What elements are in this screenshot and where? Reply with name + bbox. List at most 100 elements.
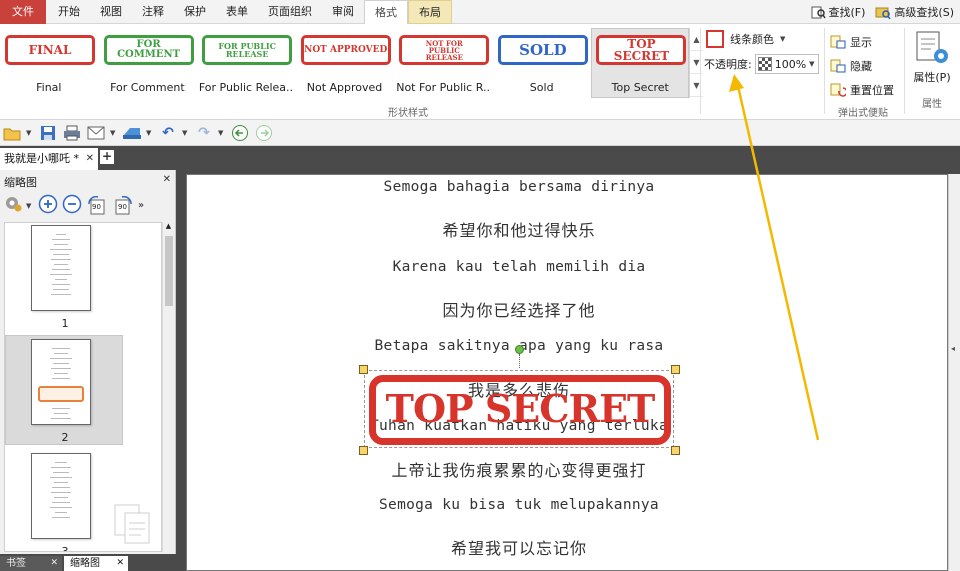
chevron-down-icon[interactable]: ▼: [146, 129, 154, 137]
tab-thumbnails[interactable]: 缩略图 ✕: [64, 556, 128, 571]
back-icon[interactable]: [230, 123, 250, 143]
find-button[interactable]: 查找(F): [810, 4, 866, 20]
zoom-in-icon[interactable]: [38, 194, 58, 217]
chevron-down-icon[interactable]: ▼: [218, 129, 226, 137]
tab-form[interactable]: 表单: [216, 0, 258, 24]
tab-layout[interactable]: 布局: [408, 0, 452, 24]
chevron-down-icon[interactable]: ▼: [26, 202, 34, 210]
ribbon-tabs: 开始 视图 注释 保护 表单 页面组织 审阅 格式 布局: [48, 0, 452, 24]
stamp-not-for-public-release[interactable]: NOT FOR PUBLIC RELEASE Not For Public R.…: [394, 28, 492, 98]
stamp-final[interactable]: FINAL Final: [0, 28, 98, 98]
advanced-find-button[interactable]: 高级查找(S): [875, 4, 954, 20]
chevron-down-icon[interactable]: ▼: [110, 129, 118, 137]
rotate-left-icon[interactable]: 90: [86, 195, 108, 216]
close-icon[interactable]: ✕: [163, 174, 171, 185]
gallery-up-icon[interactable]: ▲: [690, 28, 703, 51]
quick-access-toolbar: ▼ ▼ ▼ ↶ ▼ ↷ ▼: [0, 120, 960, 146]
search-group: 查找(F) 高级查找(S): [810, 0, 954, 24]
tab-home[interactable]: 开始: [48, 0, 90, 24]
line-color-swatch[interactable]: [706, 30, 724, 48]
redo-icon[interactable]: ↷: [194, 123, 214, 143]
rotate-right-icon[interactable]: 90: [112, 195, 134, 216]
top-secret-stamp-annotation[interactable]: TOP SECRET: [364, 370, 674, 448]
page-line: Semoga ku bisa tuk melupakannya: [379, 497, 659, 513]
tab-format[interactable]: 格式: [364, 0, 408, 24]
new-tab-icon[interactable]: +: [100, 150, 114, 164]
find-label: 查找(F): [828, 6, 866, 19]
close-icon[interactable]: ✕: [116, 556, 124, 571]
resize-handle-top-right[interactable]: [671, 365, 680, 374]
tab-protect[interactable]: 保护: [174, 0, 216, 24]
print-icon[interactable]: [62, 123, 82, 143]
line-color-control[interactable]: 线条颜色 ▼: [706, 30, 788, 48]
opacity-select[interactable]: 100% ▼: [754, 54, 819, 74]
gallery-expand-icon[interactable]: ▼: [690, 74, 703, 97]
save-icon[interactable]: [38, 123, 58, 143]
email-icon[interactable]: [86, 123, 106, 143]
scan-icon[interactable]: [122, 123, 142, 143]
thumbnail-panel: 缩略图 ✕ ▼ 90 90 » 1 2 3 ▲: [0, 170, 176, 554]
thumbnail-text-lines: [32, 234, 90, 295]
tab-thumbnails-label: 缩略图: [70, 558, 100, 569]
tab-organize[interactable]: 页面组织: [258, 0, 322, 24]
gallery-down-icon[interactable]: ▼: [690, 51, 703, 74]
tab-comment[interactable]: 注释: [132, 0, 174, 24]
close-icon[interactable]: ✕: [86, 148, 94, 170]
document-tab[interactable]: 我就是小哪吒 * ✕: [0, 148, 98, 170]
stamp-label: For Public Relea..: [198, 81, 294, 94]
stamp-preview: SOLD: [497, 35, 588, 65]
gear-icon[interactable]: [4, 195, 22, 216]
popup-show-button[interactable]: 显示: [830, 30, 894, 54]
line-color-label: 线条颜色: [730, 33, 774, 46]
tab-bookmarks[interactable]: 书签 ✕: [0, 556, 62, 571]
reset-position-icon: [830, 83, 846, 97]
scrollbar-thumb[interactable]: [165, 236, 173, 306]
menu-bar: 文件 开始 视图 注释 保护 表单 页面组织 审阅 格式 布局 查找(F) 高级…: [0, 0, 960, 24]
hide-icon: [830, 59, 846, 73]
rotate-handle[interactable]: [515, 345, 524, 354]
thumbnail-page-1[interactable]: [31, 225, 91, 311]
chevron-down-icon[interactable]: ▼: [182, 129, 190, 137]
resize-handle-top-left[interactable]: [359, 365, 368, 374]
page-copy-icon: [113, 503, 153, 548]
menu-file[interactable]: 文件: [0, 0, 46, 24]
thumbnail-text-lines: [32, 462, 90, 518]
tab-view[interactable]: 视图: [90, 0, 132, 24]
page-line: 上帝让我伤痕累累的心变得更强打: [391, 461, 647, 480]
stamp-not-approved[interactable]: NOT APPROVED Not Approved: [296, 28, 394, 98]
undo-icon[interactable]: ↶: [158, 123, 178, 143]
properties-button[interactable]: 属性(P) 属性: [908, 30, 956, 110]
find-icon: [810, 4, 826, 20]
chevron-down-icon[interactable]: ▼: [780, 35, 788, 43]
resize-handle-bottom-right[interactable]: [671, 446, 680, 455]
zoom-out-icon[interactable]: [62, 194, 82, 217]
stamp-for-public-release[interactable]: FOR PUBLIC RELEASE For Public Relea..: [197, 28, 295, 98]
stamp-preview: NOT FOR PUBLIC RELEASE: [399, 35, 490, 65]
stamp-top-secret[interactable]: TOP SECRET Top Secret: [591, 28, 690, 98]
stamp-text: TOP SECRET: [385, 386, 656, 431]
thumbnail-page-2[interactable]: [31, 339, 91, 425]
tab-review[interactable]: 审阅: [322, 0, 364, 24]
thumbnail-page-3[interactable]: [31, 453, 91, 539]
chevron-down-icon[interactable]: ▼: [809, 60, 817, 68]
resize-handle-bottom-left[interactable]: [359, 446, 368, 455]
popup-hide-button[interactable]: 隐藏: [830, 54, 894, 78]
stamp-sold[interactable]: SOLD Sold: [493, 28, 591, 98]
popup-reset-button[interactable]: 重置位置: [830, 78, 894, 102]
close-icon[interactable]: ✕: [50, 556, 58, 571]
thumbnail-scrollbar[interactable]: ▲: [162, 222, 174, 552]
stamp-preview: TOP SECRET: [596, 35, 687, 65]
thumbnail-text-lines: [32, 404, 90, 419]
tab-bookmarks-label: 书签: [6, 558, 26, 569]
stamp-for-comment[interactable]: FOR COMMENT For Comment: [99, 28, 197, 98]
ribbon: FINAL Final FOR COMMENT For Comment FOR …: [0, 24, 960, 120]
forward-icon[interactable]: [254, 123, 274, 143]
chevron-down-icon[interactable]: ▼: [26, 129, 34, 137]
scroll-up-icon[interactable]: ▲: [163, 222, 174, 230]
advanced-find-icon: [875, 4, 892, 20]
document-scrollbar[interactable]: ◂: [948, 174, 960, 571]
expand-more-icon[interactable]: »: [138, 200, 144, 211]
stamp-label: Top Secret: [611, 81, 669, 94]
open-folder-icon[interactable]: [2, 123, 22, 143]
popup-group-label: 弹出式便贴: [838, 108, 888, 119]
